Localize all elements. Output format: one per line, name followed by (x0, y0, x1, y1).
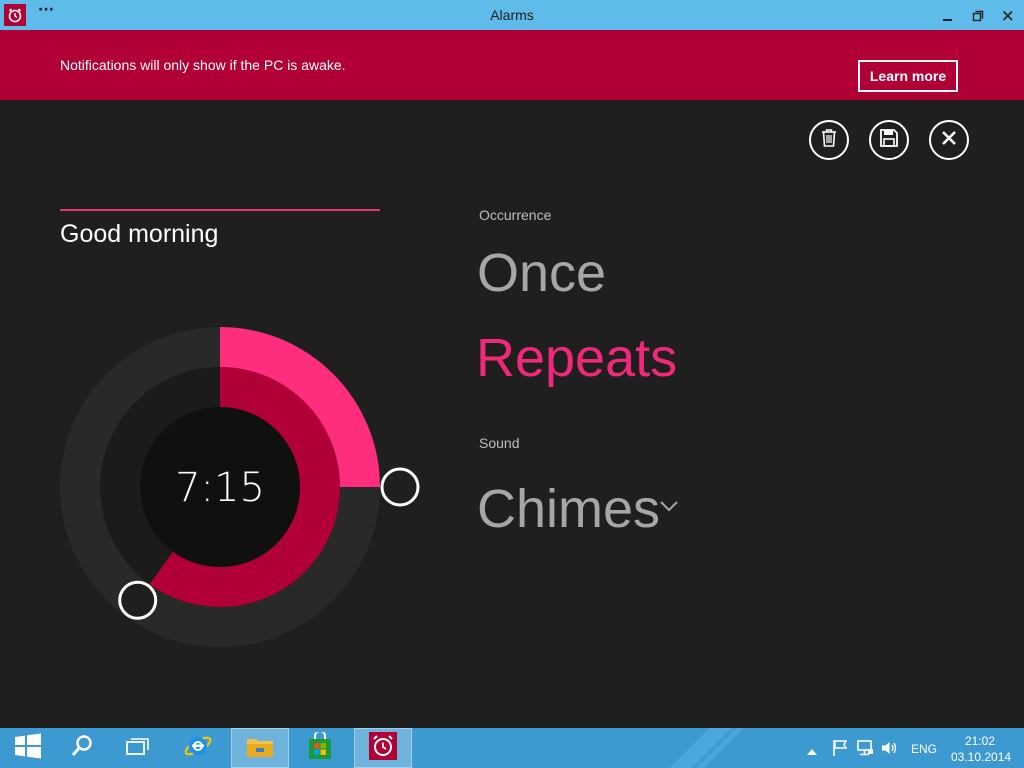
start-button[interactable] (0, 728, 56, 768)
save-alarm-button[interactable] (869, 120, 909, 160)
chevron-up-icon[interactable] (806, 742, 818, 761)
name-field-underline (60, 209, 380, 211)
cancel-button[interactable] (929, 120, 969, 160)
banner-message: Notifications will only show if the PC i… (60, 57, 346, 73)
occurrence-label: Occurrence (479, 207, 552, 223)
chevron-down-icon[interactable] (658, 498, 680, 517)
delete-alarm-button[interactable] (809, 120, 849, 160)
internet-explorer-icon (183, 731, 213, 765)
restore-icon[interactable] (970, 6, 986, 24)
internet-explorer-button[interactable] (170, 728, 226, 768)
task-view-button[interactable] (110, 728, 166, 768)
close-icon (940, 129, 958, 151)
trash-icon (820, 128, 838, 152)
search-icon (70, 734, 94, 762)
window-title: Alarms (490, 7, 534, 23)
alarm-time: 7:15 (175, 465, 265, 511)
taskbar: ENG 21:02 03.10.2014 (0, 728, 1024, 768)
volume-icon[interactable] (880, 739, 898, 761)
sound-select[interactable]: Chimes (477, 478, 660, 540)
minimize-icon[interactable] (940, 6, 956, 24)
minute-handle[interactable] (380, 467, 420, 507)
search-button[interactable] (54, 728, 110, 768)
clock-time[interactable]: 21:02 (965, 734, 995, 748)
input-language[interactable]: ENG (911, 742, 937, 756)
windows-start-icon (14, 733, 42, 763)
notification-banner: Notifications will only show if the PC i… (0, 30, 1024, 100)
alarms-app-icon (368, 732, 398, 764)
hour-handle[interactable] (118, 580, 158, 620)
alarm-name-field[interactable]: Good morning (60, 220, 218, 249)
sound-label: Sound (479, 435, 520, 451)
occurrence-repeats-option[interactable]: Repeats (476, 327, 677, 389)
task-view-icon (125, 736, 151, 760)
close-icon[interactable] (1000, 6, 1016, 24)
network-icon[interactable] (856, 739, 874, 761)
store-button[interactable] (292, 728, 348, 768)
clock-date[interactable]: 03.10.2014 (951, 750, 1011, 764)
save-icon (879, 128, 899, 152)
occurrence-once-option[interactable]: Once (477, 242, 606, 304)
alarms-taskbar-button[interactable] (354, 728, 412, 768)
file-explorer-button[interactable] (231, 728, 289, 768)
alarms-app-window: ··· Alarms Notifications will only show … (0, 0, 1024, 768)
flag-icon[interactable] (832, 739, 848, 761)
file-explorer-icon (245, 733, 275, 763)
title-bar: ··· Alarms (0, 0, 1024, 30)
learn-more-button[interactable]: Learn more (858, 60, 958, 92)
store-icon (307, 730, 333, 764)
